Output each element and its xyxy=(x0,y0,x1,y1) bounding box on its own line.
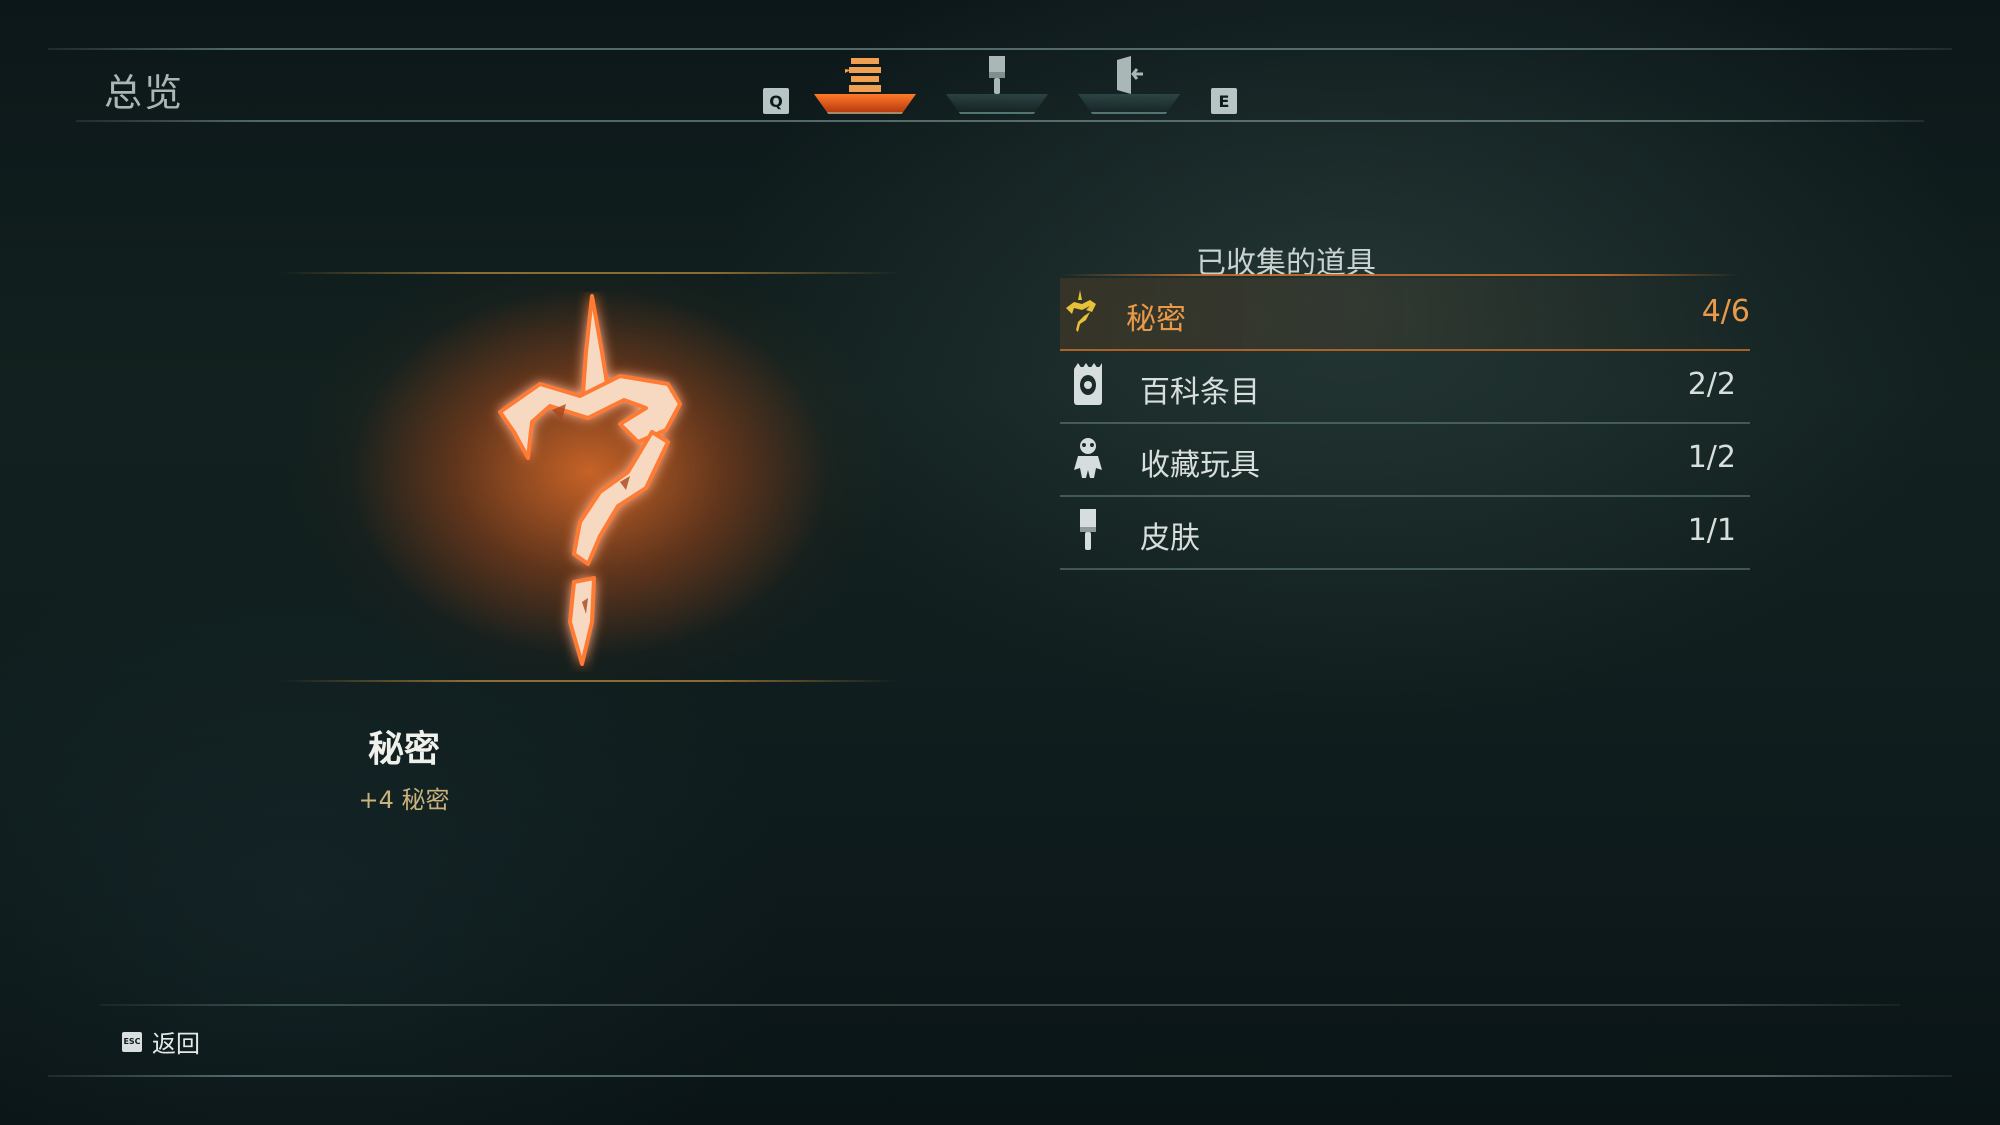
list-item-skins[interactable]: 皮肤 1/1 xyxy=(1060,497,1750,570)
toy-figure-icon xyxy=(1074,438,1102,478)
list-item-count: 4/6 xyxy=(1701,294,1750,329)
list-item-count: 1/2 xyxy=(1687,440,1736,475)
tab-exit[interactable] xyxy=(1074,54,1184,114)
list-item-toys[interactable]: 收藏玩具 1/2 xyxy=(1060,424,1750,497)
featured-item-panel xyxy=(280,272,900,682)
tab-overview[interactable] xyxy=(810,54,920,114)
brush-icon xyxy=(989,56,1005,94)
collected-title-underline xyxy=(1060,274,1740,276)
page-title: 总览 xyxy=(104,71,185,115)
secret-question-rune-icon xyxy=(498,294,682,666)
list-item-label: 收藏玩具 xyxy=(1140,448,1260,483)
header-divider xyxy=(76,120,1924,122)
esc-key-hint: ESC xyxy=(122,1031,142,1052)
overview-stack-icon xyxy=(845,58,881,92)
frame-bottom-border xyxy=(48,1075,1952,1077)
encyclopedia-icon xyxy=(1074,363,1102,405)
list-item-label: 秘密 xyxy=(1126,302,1186,337)
featured-item-description: +4 秘密 xyxy=(358,786,450,814)
overview-screen: 总览 Q E 秘密 +4 秘密 已收集的道具 秘密 4/6 百科条目 2/2 收… xyxy=(0,0,2000,1125)
tab-skins[interactable] xyxy=(942,54,1052,114)
next-tab-key-hint[interactable]: E xyxy=(1211,88,1237,114)
list-item-label: 百科条目 xyxy=(1140,375,1260,410)
footer-divider xyxy=(100,1004,1900,1006)
list-item-label: 皮肤 xyxy=(1140,521,1200,556)
list-item-count: 2/2 xyxy=(1687,367,1736,402)
featured-item-name: 秘密 xyxy=(367,729,440,770)
collected-items-list: 秘密 4/6 百科条目 2/2 收藏玩具 1/2 皮肤 1/1 xyxy=(1060,278,1750,570)
list-item-count: 1/1 xyxy=(1687,513,1736,548)
skin-brush-icon xyxy=(1080,509,1096,550)
list-item-secrets[interactable]: 秘密 4/6 xyxy=(1060,278,1750,351)
list-item-encyclopedia[interactable]: 百科条目 2/2 xyxy=(1060,351,1750,424)
exit-door-icon xyxy=(1117,56,1143,94)
secret-rune-icon xyxy=(1066,290,1096,332)
category-tabbar: Q E xyxy=(760,52,1240,116)
back-label: 返回 xyxy=(152,1030,200,1058)
back-button[interactable]: ESC 返回 xyxy=(122,1024,200,1059)
frame-top-border xyxy=(48,48,1952,50)
prev-tab-key-hint[interactable]: Q xyxy=(763,88,789,114)
